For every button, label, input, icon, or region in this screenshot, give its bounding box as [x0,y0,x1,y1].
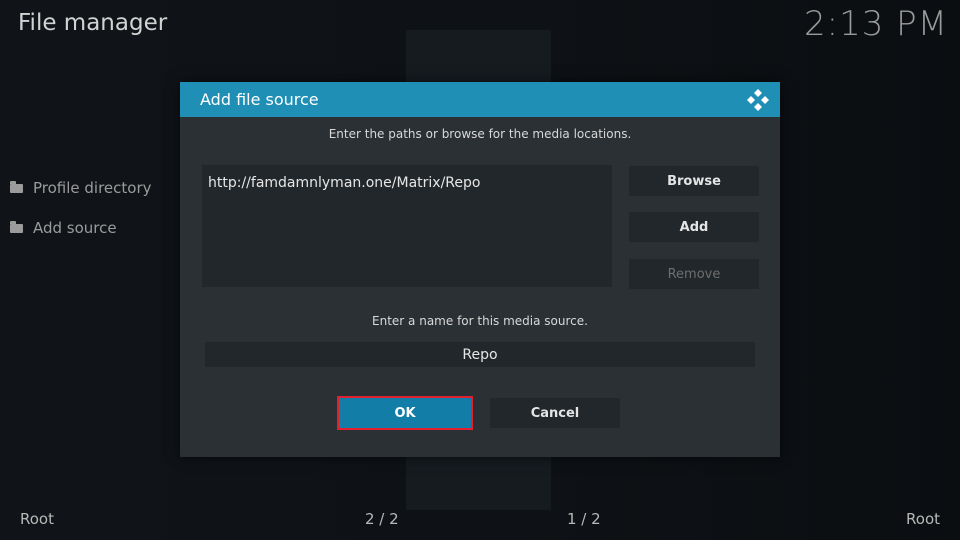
dialog-header: Add file source [180,82,780,117]
add-file-source-dialog: Add file source Enter the paths or brows… [180,82,780,457]
sidebar-item-add-source[interactable]: Add source [10,208,152,248]
footer-left-label: Root [20,510,54,528]
paths-hint: Enter the paths or browse for the media … [328,127,632,141]
folder-icon [10,180,23,193]
path-list[interactable]: http://famdamnlyman.one/Matrix/Repo [202,165,612,287]
folder-icon [10,220,23,233]
remove-button[interactable]: Remove [629,259,759,289]
path-item[interactable]: http://famdamnlyman.one/Matrix/Repo [208,175,480,191]
source-name-input[interactable]: Repo [205,342,755,367]
kodi-logo-icon [747,89,769,111]
footer-right-label: Root [906,510,940,528]
app-title: File manager [18,10,168,36]
clock: 2:13 PM [804,4,948,44]
browse-button[interactable]: Browse [629,166,759,196]
add-button[interactable]: Add [629,212,759,242]
sidebar-list: Profile directory Add source [10,168,152,248]
cancel-button[interactable]: Cancel [490,398,620,428]
ok-button[interactable]: OK [337,396,473,430]
name-hint: Enter a name for this media source. [372,314,588,328]
sidebar-item-label: Profile directory [33,179,152,197]
dialog-title: Add file source [200,90,319,109]
footer-right-count: 1 / 2 [567,510,601,528]
footer-left-count: 2 / 2 [365,510,399,528]
sidebar-item-profile-directory[interactable]: Profile directory [10,168,152,208]
sidebar-item-label: Add source [33,219,117,237]
